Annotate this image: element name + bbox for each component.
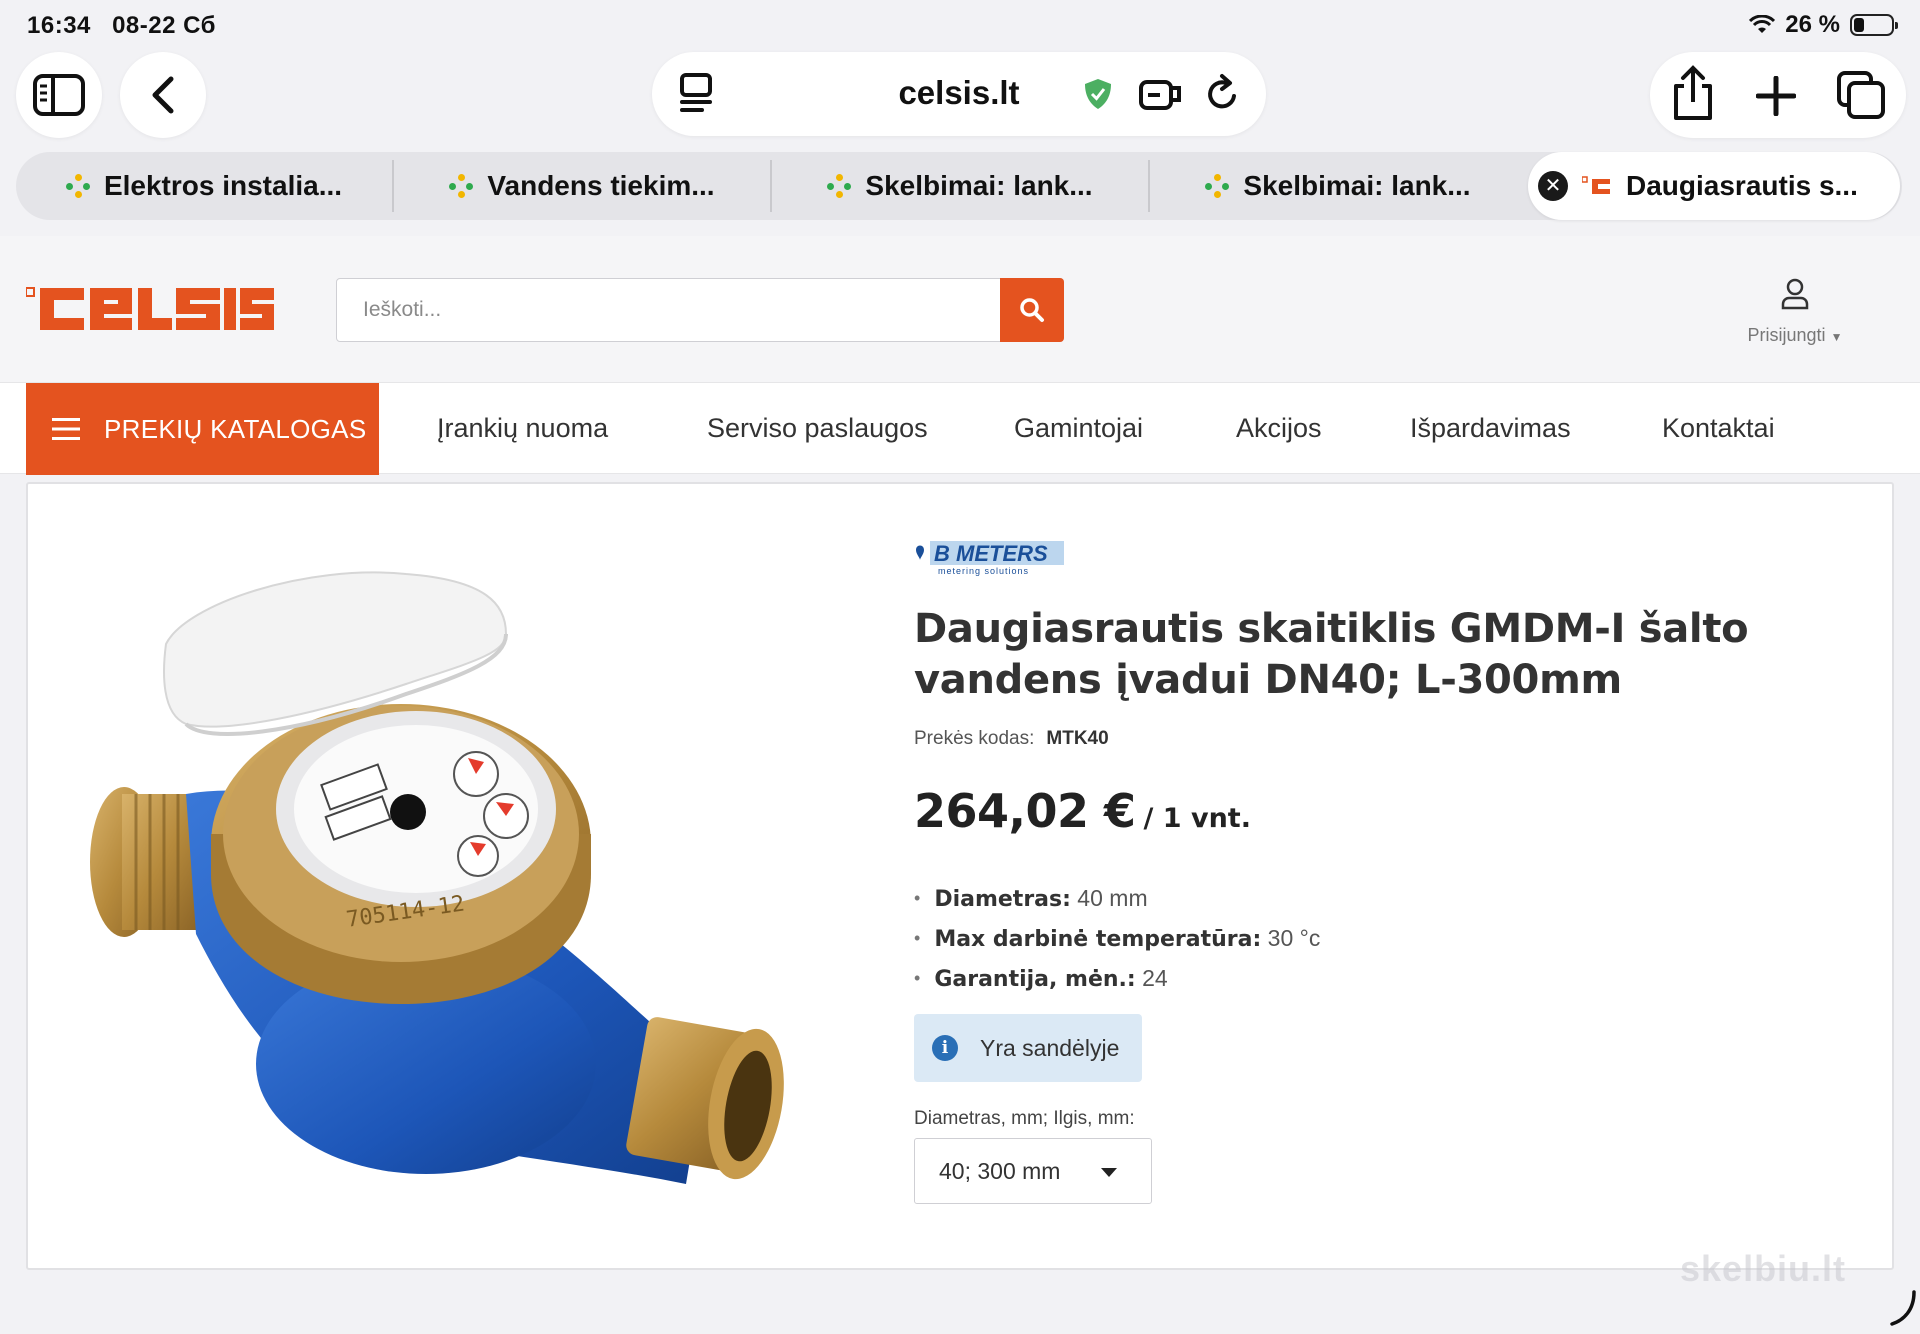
brand-name: B METERS [934,541,1048,566]
favicon-dots-icon [1205,174,1230,198]
tab-bar: Elektros instalia... Vandens tiekim... S… [16,152,1902,220]
spec-label: Garantija, mėn.: [934,967,1136,992]
stock-status-badge: i Yra sandėlyje [914,1014,1142,1082]
spec-item: Garantija, mėn.: 24 [914,958,1320,998]
spec-list: Diametras: 40 mm Max darbinė temperatūra… [914,878,1320,998]
tab-title: Skelbimai: lank... [1243,170,1471,201]
price-unit: / 1 vnt. [1143,803,1251,834]
tab-3[interactable]: Skelbimai: lank... [772,152,1148,220]
nav-item-contacts[interactable]: Kontaktai [1662,413,1775,444]
tab-1[interactable]: Elektros instalia... [16,152,392,220]
spec-value: 30 °c [1261,925,1321,951]
status-date: 08-22 Сб [112,12,216,39]
spec-value: 24 [1135,965,1168,991]
favicon-dots-icon [449,174,474,198]
bmeters-logo: B METERS metering solutions [916,541,1064,576]
tab-4[interactable]: Skelbimai: lank... [1150,152,1526,220]
close-tab-icon[interactable]: ✕ [1538,171,1568,201]
shield-icon [1085,79,1111,109]
nav-item-services[interactable]: Serviso paslaugos [707,413,928,444]
tab-5-active[interactable]: ✕ Daugiasrautis s... [1528,152,1900,220]
reload-icon[interactable] [1204,72,1242,114]
price-value: 264,02 € [914,784,1136,838]
login-button[interactable]: Prisijungti ▼ [1740,278,1850,346]
search-button[interactable] [1000,278,1064,342]
spec-item: Diametras: 40 mm [914,878,1320,918]
search-box [336,278,1064,342]
sku-label: Prekės kodas: [914,728,1035,749]
search-input[interactable] [337,279,1001,341]
address-bar[interactable]: celsis.lt [652,52,1266,136]
battery-percent: 26 % [1785,11,1840,38]
variant-select[interactable]: 40; 300 mm [914,1138,1152,1204]
chevron-left-icon [152,76,174,114]
tabs-overview-icon[interactable] [1836,70,1886,120]
spec-label: Max darbinė temperatūra: [934,927,1262,952]
tab-title: Daugiasrautis s... [1626,170,1858,201]
hamburger-icon [52,418,80,440]
new-tab-icon[interactable] [1756,76,1796,116]
catalog-button[interactable]: PREKIŲ KATALOGAS [26,383,379,475]
variant-selected-value: 40; 300 mm [939,1157,1061,1184]
info-icon: i [932,1035,958,1061]
status-bar: 16:34 08-22 Сб 26 % [0,0,1920,52]
caret-down-icon [1101,1168,1117,1177]
login-label: Prisijungti [1747,325,1826,345]
nav-item-tool-rental[interactable]: Įrankių nuoma [437,413,608,444]
status-time: 16:34 [27,12,91,39]
catalog-label: PREKIŲ KATALOGAS [104,413,367,444]
nav-item-manufacturers[interactable]: Gamintojai [1014,413,1143,444]
celsis-favicon-icon [1582,176,1610,194]
scroll-corner-icon [1890,1290,1916,1326]
battery-icon [1850,14,1898,36]
tab-title: Vandens tiekim... [487,170,715,201]
product-title: Daugiasrautis skaitiklis GMDM-I šalto va… [914,606,1749,703]
toolbar-actions [1650,52,1906,138]
product-price: 264,02 €/ 1 vnt. [914,784,1251,838]
spec-item: Max darbinė temperatūra: 30 °c [914,918,1320,958]
tab-title: Skelbimai: lank... [865,170,1093,201]
celsis-logo[interactable] [26,286,274,332]
sidebar-toggle-button[interactable] [16,52,102,138]
variant-label: Diametras, mm; Ilgis, mm: [914,1108,1135,1129]
water-meter-image[interactable]: 705114-12 [66,544,826,1184]
nav-item-promotions[interactable]: Akcijos [1236,413,1322,444]
user-icon [1781,278,1809,310]
extension-icon[interactable] [1138,74,1182,112]
wifi-icon [1749,15,1776,33]
nav-item-sale[interactable]: Išpardavimas [1410,413,1571,444]
site-header: Prisijungti ▼ [0,236,1920,382]
tab-2[interactable]: Vandens tiekim... [394,152,770,220]
search-icon [1020,298,1044,322]
favicon-dots-icon [65,174,90,198]
product-card: 705114-12 B METERS metering solutions Da… [26,482,1894,1270]
sku-value: MTK40 [1046,728,1109,749]
product-sku: Prekės kodas: MTK40 [914,728,1109,750]
favicon-dots-icon [827,174,852,198]
share-icon[interactable] [1670,64,1716,122]
tab-title: Elektros instalia... [103,170,343,201]
spec-label: Diametras: [934,887,1071,912]
watermark: skelbiu.lt [1680,1248,1847,1289]
main-nav: PREKIŲ KATALOGAS Įrankių nuoma Serviso p… [0,382,1920,475]
stock-status-text: Yra sandėlyje [980,1034,1120,1061]
spec-value: 40 mm [1070,885,1148,911]
sidebar-icon [33,74,85,116]
back-button[interactable] [120,52,206,138]
caret-down-icon: ▼ [1830,330,1843,344]
brand-tagline: metering solutions [938,566,1029,576]
